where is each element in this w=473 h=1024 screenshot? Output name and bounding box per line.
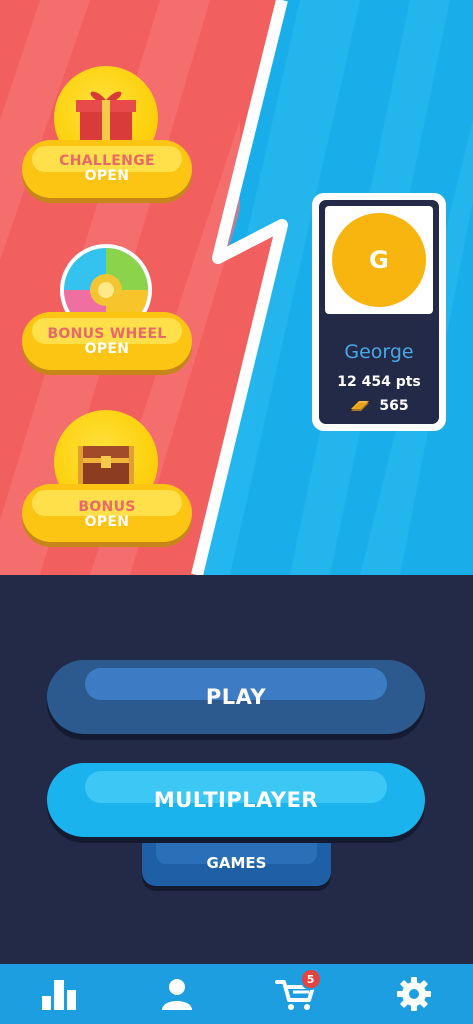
leaderboard-icon (42, 980, 77, 1010)
games-button[interactable]: GAMES (142, 840, 331, 886)
reward-bonus-wheel[interactable]: BONUS WHEEL OPEN (22, 244, 192, 374)
settings-icon (396, 977, 431, 1011)
player-points: 12 454 pts (337, 374, 421, 390)
profile-card[interactable]: G George 12 454 pts 565 (312, 193, 446, 431)
home-header-area: CHALLENGE OPEN BONUS WHEEL OPEN BONUS OP… (0, 0, 473, 575)
reward-status: OPEN (84, 514, 130, 530)
play-button-label: PLAY (205, 685, 267, 709)
profile-card-inner: G George 12 454 pts 565 (319, 200, 439, 424)
coins-value: 565 (379, 398, 409, 414)
nav-profile[interactable] (147, 964, 207, 1024)
reward-bonus[interactable]: BONUS OPEN (22, 410, 192, 550)
reward-title: BONUS (78, 499, 136, 515)
player-name: George (344, 341, 414, 363)
nav-settings[interactable] (384, 964, 444, 1024)
reward-title: BONUS WHEEL (47, 326, 167, 342)
games-button-label: GAMES (206, 854, 267, 872)
profile-icon (162, 979, 193, 1010)
reward-challenge[interactable]: CHALLENGE OPEN (22, 66, 192, 206)
avatar: G (332, 213, 426, 307)
play-button[interactable]: PLAY (47, 660, 425, 734)
reward-title: CHALLENGE (59, 153, 155, 169)
coins-row: 565 (319, 398, 439, 414)
multiplayer-button-label: MULTIPLAYER (153, 788, 319, 812)
nav-leaderboard[interactable] (29, 964, 89, 1024)
coins-icon (351, 401, 370, 411)
nav-cart[interactable]: 5 (266, 964, 326, 1024)
cart-badge: 5 (299, 968, 322, 990)
avatar-frame: G (325, 206, 433, 314)
multiplayer-button[interactable]: MULTIPLAYER (47, 763, 425, 837)
reward-status: OPEN (84, 341, 130, 357)
reward-status: OPEN (84, 168, 130, 184)
bottom-nav: 5 (0, 964, 473, 1024)
